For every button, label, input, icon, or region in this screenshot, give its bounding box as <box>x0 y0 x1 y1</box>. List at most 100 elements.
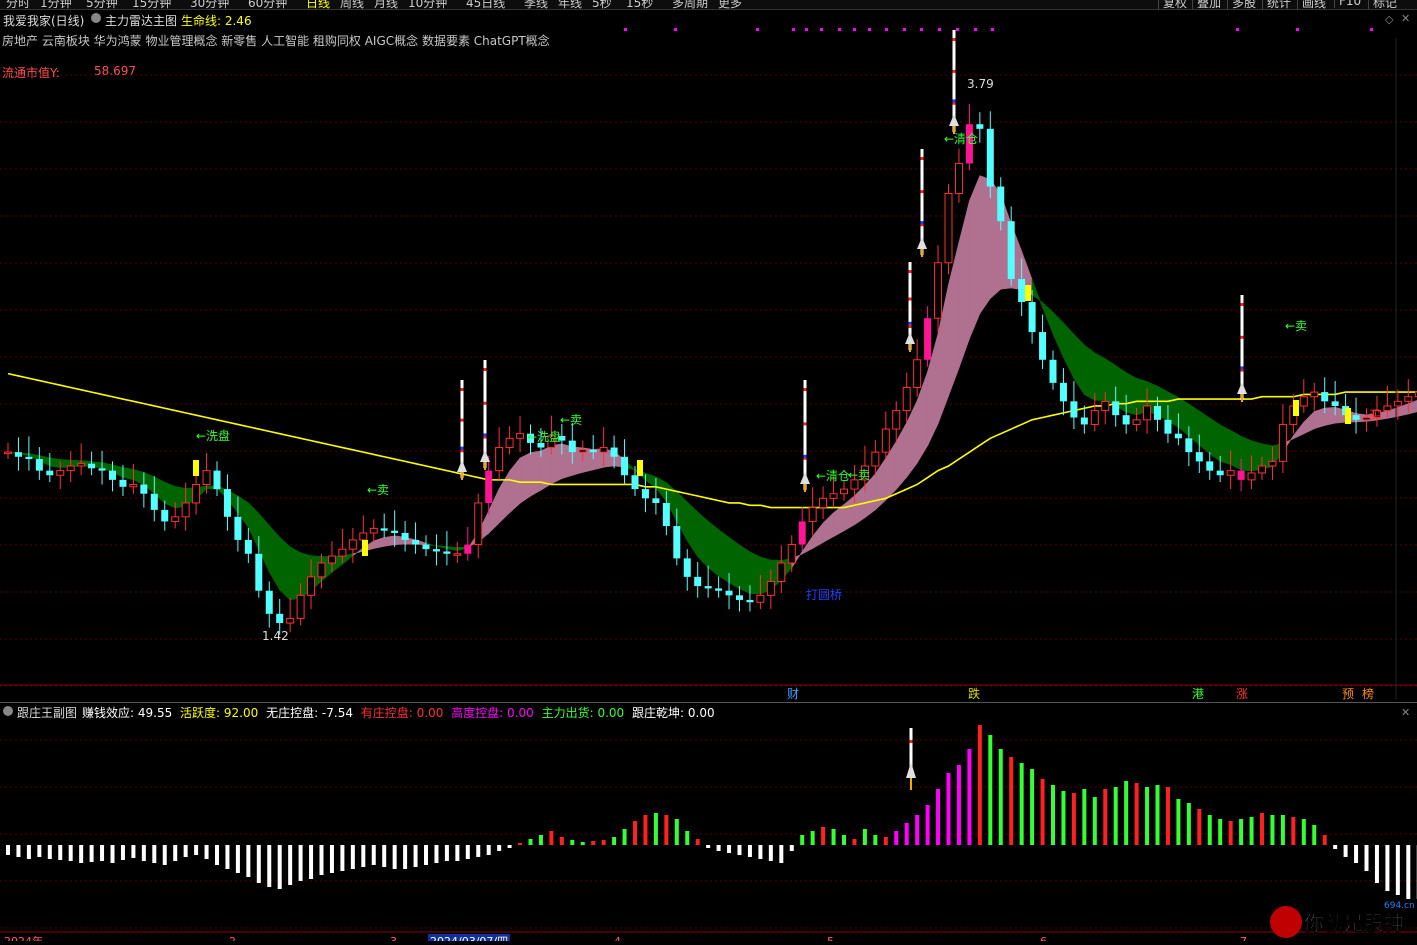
sub-bar <box>1135 783 1139 845</box>
sub-bar <box>1156 785 1160 845</box>
sub-bar <box>852 839 856 845</box>
sub-bar <box>246 845 250 877</box>
sub-bar <box>434 845 438 863</box>
sub-bar <box>769 845 773 861</box>
sub-bar <box>947 773 951 845</box>
sub-bar <box>717 845 721 851</box>
sub-bar <box>779 845 783 863</box>
sub-bar <box>90 845 94 862</box>
sub-bar <box>1166 787 1170 845</box>
sub-bar <box>999 749 1003 845</box>
sub-bar <box>142 845 146 861</box>
svg-text:你就是股神: 你就是股神 <box>1303 911 1404 935</box>
sub-bar <box>173 845 177 861</box>
sub-bar <box>1250 817 1254 845</box>
sub-bar <box>267 845 271 887</box>
sub-bar <box>643 815 647 845</box>
sub-rocket-icon <box>906 728 916 790</box>
sub-bar <box>1061 791 1065 845</box>
sub-bar <box>48 845 52 859</box>
sub-bar <box>184 845 188 857</box>
sub-bar <box>570 840 574 845</box>
sub-bar <box>633 821 637 845</box>
sub-bar <box>758 845 762 859</box>
sub-bar <box>455 845 459 861</box>
watermark-logo: 你就是股神 694.cn <box>1264 896 1414 941</box>
sub-bar <box>1103 789 1107 845</box>
sub-bar <box>706 845 710 848</box>
sub-bar <box>194 845 198 855</box>
sub-bar <box>727 845 731 853</box>
sub-bar <box>6 845 10 855</box>
sub-bar <box>1051 785 1055 845</box>
sub-bar <box>1229 821 1233 845</box>
sub-bar <box>1093 797 1097 845</box>
sub-bar <box>1302 819 1306 845</box>
sub-bar <box>675 819 679 845</box>
sub-bar <box>936 789 940 845</box>
sub-bar <box>915 815 919 845</box>
sub-bar <box>37 845 41 857</box>
sub-bar <box>1312 825 1316 845</box>
sub-bar <box>1114 787 1118 845</box>
sub-bar <box>1145 787 1149 845</box>
sub-bar <box>403 845 407 869</box>
sub-bar <box>1375 845 1379 883</box>
sub-bar <box>476 845 480 857</box>
sub-bar <box>131 845 135 858</box>
sub-bar <box>100 845 104 861</box>
sub-bar <box>372 845 376 865</box>
sub-bar <box>257 845 261 883</box>
sub-bar <box>978 725 982 845</box>
sub-bar <box>278 845 282 889</box>
sub-bar <box>957 765 961 845</box>
sub-bar <box>1396 845 1400 895</box>
sub-bar <box>894 831 898 845</box>
sub-bar <box>685 831 689 845</box>
sub-bar <box>69 845 73 861</box>
x-axis-label: 4 <box>614 935 621 941</box>
sub-bar <box>1323 835 1327 845</box>
sub-bar <box>414 845 418 867</box>
sub-bar <box>581 842 585 845</box>
sub-bar <box>529 839 533 845</box>
sub-bar <box>288 845 292 885</box>
sub-bar <box>539 835 543 845</box>
sub-bar <box>602 840 606 845</box>
sub-bar <box>205 845 209 859</box>
sub-bar <box>988 735 992 845</box>
sub-bar <box>487 845 491 855</box>
sub-bar <box>361 845 365 867</box>
sub-bar <box>225 845 229 869</box>
sub-bar <box>549 831 553 845</box>
sub-bar <box>152 845 156 863</box>
sub-bar <box>832 829 836 845</box>
sub-bar <box>424 845 428 865</box>
sub-bar <box>1208 815 1212 845</box>
sub-bar-chart: 2024年232024/03/07/四4567 <box>0 0 1417 941</box>
sub-bar <box>863 829 867 845</box>
sub-bar <box>121 845 125 860</box>
sub-bar <box>351 845 355 869</box>
sub-bar <box>1281 815 1285 845</box>
sub-bar <box>591 841 595 845</box>
sub-bar <box>664 815 668 845</box>
sub-bar <box>79 845 83 863</box>
sub-bar <box>1082 789 1086 845</box>
x-axis-label: 2024/03/07/四 <box>430 935 508 941</box>
sub-bar <box>811 831 815 845</box>
sub-bar <box>842 835 846 845</box>
sub-bar <box>560 837 564 845</box>
sub-bar <box>905 823 909 845</box>
sub-bar <box>111 845 115 863</box>
sub-bar <box>790 845 794 851</box>
sub-bar <box>445 845 449 861</box>
sub-bar <box>1239 819 1243 845</box>
sub-bar <box>1354 845 1358 863</box>
sub-bar <box>1009 757 1013 845</box>
sub-bar <box>1270 815 1274 845</box>
sub-bar <box>696 839 700 845</box>
sub-bar <box>873 835 877 845</box>
sub-bar <box>800 835 804 845</box>
sub-bar <box>967 749 971 845</box>
